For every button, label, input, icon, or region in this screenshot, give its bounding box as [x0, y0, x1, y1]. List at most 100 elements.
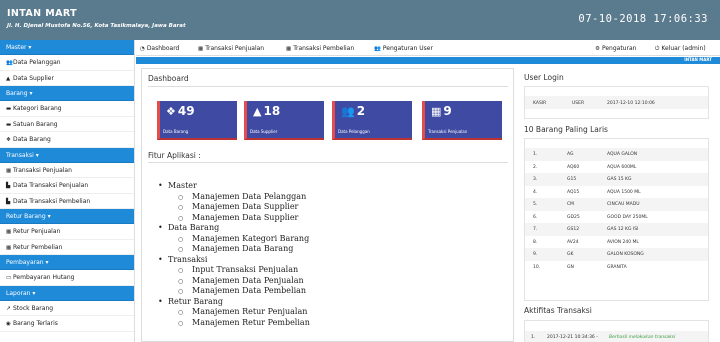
top-items-table: 1. AG AQUA GALON 2. AQ60 AQUA 600ML 3. G15 GAS 1… [525, 148, 708, 273]
sidebar-section-1[interactable]: Barang ▾ [0, 86, 134, 101]
feature-group: Master [158, 181, 310, 192]
row-no: 3. [533, 177, 538, 182]
item-name: AQUA 1500 ML [607, 189, 641, 195]
cart-icon: ▦ [6, 167, 12, 174]
nav-item-label: Pengaturan User [382, 45, 433, 52]
item-name: GOOD DAY 250ML [607, 214, 648, 220]
sidebar-item-label: Data Supplier [13, 74, 54, 82]
right-column: User Login KASIR USER 2017-12-10 12:10:0… [521, 68, 712, 342]
sidebar-item-label: Data Pelanggan [13, 59, 61, 66]
nav-item[interactable]: ▦ Transaksi Penjualan [198, 45, 264, 52]
sidebar-section-0[interactable]: Master ▾ [0, 40, 134, 55]
sidebar-item[interactable]: ▦ Retur Pembelian [0, 240, 134, 255]
sidebar-item[interactable]: ▭ Pembayaran Hutang [0, 270, 134, 286]
stat-label: Data Pelanggan [338, 129, 370, 134]
stat-value: ▲ 18 [253, 104, 280, 118]
fitur-list: MasterManajemen Data PelangganManajemen … [158, 181, 310, 329]
stat-label: Data Barang [163, 129, 189, 134]
item-name: CINCAU MADU [607, 202, 640, 207]
sidebar-section-4[interactable]: Pembayaran ▾ [0, 255, 134, 270]
sidebar-item[interactable]: ▙ Data Transaksi Pembelian [0, 194, 134, 209]
item-name: GRANITA [607, 264, 627, 270]
feature-group: Data Barang [158, 223, 310, 234]
row-no: 5. [533, 202, 538, 207]
item-code: AG [567, 152, 574, 157]
sidebar-item[interactable]: ▦ Retur Penjualan [0, 224, 134, 240]
stat-number: 49 [177, 104, 195, 118]
sidebar-item[interactable]: ❖ Data Barang [0, 132, 134, 148]
feature-item: Manajemen Data Pembelian [168, 286, 310, 297]
stat-label: Transaksi Penjualan [428, 129, 468, 134]
strip-label: INTAN MART [684, 57, 712, 62]
settings-button[interactable]: ⚙ Pengaturan [595, 45, 636, 52]
sidebar-item[interactable]: ▬ Kategori Barang [0, 101, 134, 117]
nav-item[interactable]: 👥 Pengaturan User [374, 45, 433, 52]
sidebar-section-3[interactable]: Retur Barang ▾ [0, 209, 134, 224]
sidebar-item[interactable]: ◉ Barang Terlaris [0, 316, 134, 332]
feature-item: Manajemen Retur Pembelian [168, 318, 310, 329]
item-code: GD25 [567, 214, 580, 220]
stat-tile[interactable]: ❖ 49 Data Barang [157, 101, 237, 140]
sidebar-item[interactable]: 👥Data Pelanggan [0, 55, 134, 71]
chart-icon: ▙ [6, 198, 11, 205]
stat-tile[interactable]: ▦ 9 Transaksi Penjualan [422, 101, 502, 140]
activity-row: 1. 2017-12-21 10:34:36 - Berhasil melaku… [525, 331, 708, 342]
sidebar-item[interactable]: ▬ Satuan Barang [0, 117, 134, 132]
item-name: AQUA GALON [607, 152, 638, 157]
user-login-title: User Login [524, 73, 564, 82]
sidebar-item[interactable]: ▲ Data Supplier [0, 71, 134, 86]
table-row: 3. G15 GAS 15 KG [525, 173, 708, 186]
feature-group: Transaksi [158, 255, 310, 266]
users-icon: 👥 [6, 60, 13, 66]
table-row: 8. AV24 AVION 240 ML [525, 236, 708, 249]
item-code: AQ15 [567, 189, 580, 195]
feature-item: Manajemen Retur Penjualan [168, 307, 310, 318]
sidebar-section-2[interactable]: Transaksi ▾ [0, 147, 134, 163]
cart-icon: ▦ [6, 229, 12, 235]
sidebar-item[interactable]: ▦ Transaksi Penjualan [0, 163, 134, 178]
bullseye-icon: ◉ [6, 321, 11, 327]
feature-item: Manajemen Data Supplier [168, 202, 310, 213]
nav-item-label: Transaksi Penjualan [205, 45, 265, 52]
sidebar-item-label: Retur Pembelian [13, 243, 63, 251]
sidebar-section-5[interactable]: Laporan ▾ [0, 285, 134, 301]
stat-tile[interactable]: 👥 2 Data Pelanggan [332, 101, 412, 140]
table-row: 10. GN GRANITA [525, 261, 708, 274]
item-name: AQUA 600ML [607, 164, 637, 170]
row-no: 1. [533, 152, 538, 157]
table-row: 5. CM CINCAU MADU [525, 198, 708, 211]
table-row: 6. GD25 GOOD DAY 250ML [525, 211, 708, 224]
feature-item: Manajemen Data Supplier [168, 213, 310, 224]
clock: 07-10-2018 17:06:33 [578, 13, 708, 25]
row-no: 2. [533, 164, 538, 170]
divider [148, 162, 508, 163]
sidebar-item-label: Kategori Barang [13, 105, 62, 112]
feature-item: Manajemen Data Penjualan [168, 276, 310, 287]
nav-item[interactable]: ◔ Dashboard [140, 45, 179, 52]
folder-icon: ▬ [6, 106, 12, 112]
cart-icon: ▦ [431, 105, 442, 118]
table-row: 1. AG AQUA GALON [525, 148, 708, 161]
nav-item-label: Transaksi Pembelian [293, 45, 355, 52]
row-no: 8. [533, 239, 538, 245]
stat-value: ▦ 9 [431, 104, 452, 118]
stat-label: Data Supplier [250, 129, 278, 134]
sidebar-item-label: Barang Terlaris [13, 320, 58, 327]
app-header: INTAN MART Jl. H. Djenal Mustofa No.56, … [0, 0, 720, 40]
nav-item[interactable]: ▦ Transaksi Pembelian [286, 45, 354, 52]
stat-tile[interactable]: ▲ 18 Data Supplier [244, 101, 324, 140]
cart-icon: ▦ [198, 46, 204, 52]
feature-group: Retur Barang [158, 297, 310, 308]
logout-button[interactable]: ⏻ Keluar (admin) [655, 45, 706, 53]
folder-icon: ▬ [6, 121, 12, 128]
item-code: G15 [567, 177, 577, 182]
row-no: 10. [533, 264, 541, 270]
nav-item-label: Pengaturan [601, 45, 637, 52]
nav-item-label: Dashboard [146, 45, 180, 52]
sidebar-item[interactable]: ▙ Data Transaksi Penjualan [0, 178, 134, 194]
table-row: 9. GK GALON KOSONG [525, 248, 708, 261]
sidebar-item[interactable]: ↗ Stock Barang [0, 301, 134, 316]
line-chart-icon: ↗ [6, 305, 11, 312]
item-name: AVION 240 ML [607, 239, 639, 245]
chart-icon: ▙ [6, 183, 11, 189]
